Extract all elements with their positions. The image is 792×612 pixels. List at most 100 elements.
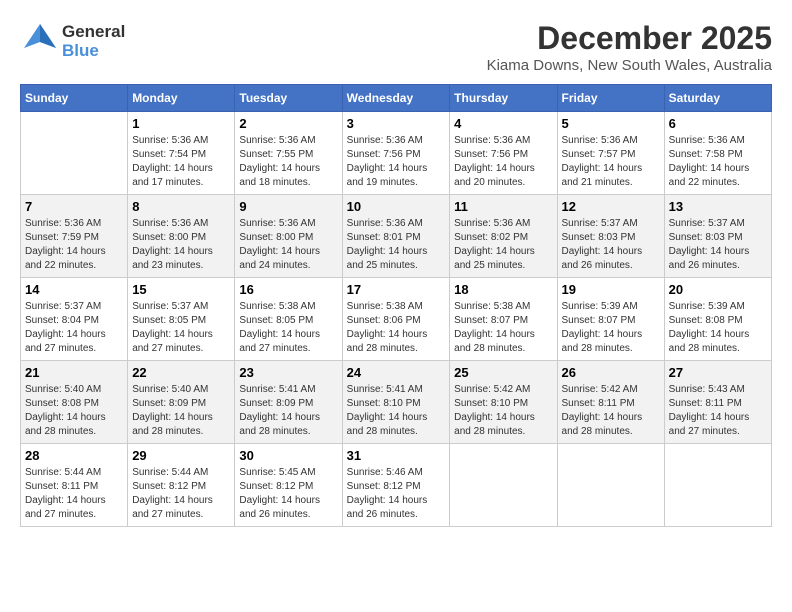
calendar-title: December 2025 — [487, 20, 772, 57]
day-info: Sunrise: 5:42 AM Sunset: 8:11 PM Dayligh… — [562, 383, 660, 439]
day-info: Sunrise: 5:36 AM Sunset: 7:58 PM Dayligh… — [669, 134, 767, 190]
day-info: Sunrise: 5:38 AM Sunset: 8:06 PM Dayligh… — [347, 300, 446, 356]
day-info: Sunrise: 5:41 AM Sunset: 8:09 PM Dayligh… — [239, 383, 337, 439]
calendar-cell: 27 Sunrise: 5:43 AM Sunset: 8:11 PM Dayli… — [664, 361, 771, 444]
day-info: Sunrise: 5:37 AM Sunset: 8:05 PM Dayligh… — [132, 300, 230, 356]
calendar-cell: 3 Sunrise: 5:36 AM Sunset: 7:56 PM Daylig… — [342, 112, 450, 195]
day-info: Sunrise: 5:36 AM Sunset: 7:56 PM Dayligh… — [454, 134, 552, 190]
weekday-header-sunday: Sunday — [21, 85, 128, 112]
calendar-body: 1Sunrise: 5:36 AM Sunset: 7:54 PM Daylig… — [21, 112, 772, 527]
calendar-cell: 23 Sunrise: 5:41 AM Sunset: 8:09 PM Dayli… — [235, 361, 342, 444]
day-number: 15 — [132, 282, 230, 297]
day-number: 20 — [669, 282, 767, 297]
day-info: Sunrise: 5:39 AM Sunset: 8:07 PM Dayligh… — [562, 300, 660, 356]
day-number: 1 — [132, 116, 230, 131]
day-info: Sunrise: 5:37 AM Sunset: 8:03 PM Dayligh… — [669, 217, 767, 273]
day-number: 27 — [669, 365, 767, 380]
calendar-cell: 1Sunrise: 5:36 AM Sunset: 7:54 PM Daylig… — [128, 112, 235, 195]
day-info: Sunrise: 5:36 AM Sunset: 7:57 PM Dayligh… — [562, 134, 660, 190]
day-number: 22 — [132, 365, 230, 380]
day-number: 21 — [25, 365, 123, 380]
day-info: Sunrise: 5:36 AM Sunset: 8:02 PM Dayligh… — [454, 217, 552, 273]
calendar-cell: 28Sunrise: 5:44 AM Sunset: 8:11 PM Dayli… — [21, 444, 128, 527]
day-number: 12 — [562, 199, 660, 214]
logo-general: General — [62, 23, 125, 42]
calendar-cell: 5 Sunrise: 5:36 AM Sunset: 7:57 PM Daylig… — [557, 112, 664, 195]
day-number: 19 — [562, 282, 660, 297]
calendar-cell: 21 Sunrise: 5:40 AM Sunset: 8:08 PM Dayli… — [21, 361, 128, 444]
day-info: Sunrise: 5:46 AM Sunset: 8:12 PM Dayligh… — [347, 466, 446, 522]
day-number: 18 — [454, 282, 552, 297]
weekday-header-row: SundayMondayTuesdayWednesdayThursdayFrid… — [21, 85, 772, 112]
calendar-week-row: 7Sunrise: 5:36 AM Sunset: 7:59 PM Daylig… — [21, 195, 772, 278]
calendar-cell — [664, 444, 771, 527]
day-number: 6 — [669, 116, 767, 131]
day-info: Sunrise: 5:40 AM Sunset: 8:08 PM Dayligh… — [25, 383, 123, 439]
day-info: Sunrise: 5:45 AM Sunset: 8:12 PM Dayligh… — [239, 466, 337, 522]
day-number: 13 — [669, 199, 767, 214]
calendar-week-row: 28Sunrise: 5:44 AM Sunset: 8:11 PM Dayli… — [21, 444, 772, 527]
day-number: 31 — [347, 448, 446, 463]
calendar-week-row: 1Sunrise: 5:36 AM Sunset: 7:54 PM Daylig… — [21, 112, 772, 195]
calendar-cell: 18 Sunrise: 5:38 AM Sunset: 8:07 PM Dayli… — [450, 278, 557, 361]
logo: General Blue — [20, 20, 125, 63]
calendar-cell: 2Sunrise: 5:36 AM Sunset: 7:55 PM Daylig… — [235, 112, 342, 195]
day-number: 8 — [132, 199, 230, 214]
calendar-table: SundayMondayTuesdayWednesdayThursdayFrid… — [20, 84, 772, 527]
calendar-cell — [450, 444, 557, 527]
day-info: Sunrise: 5:37 AM Sunset: 8:03 PM Dayligh… — [562, 217, 660, 273]
day-info: Sunrise: 5:42 AM Sunset: 8:10 PM Dayligh… — [454, 383, 552, 439]
logo-icon — [20, 20, 58, 58]
calendar-cell: 14Sunrise: 5:37 AM Sunset: 8:04 PM Dayli… — [21, 278, 128, 361]
calendar-subtitle: Kiama Downs, New South Wales, Australia — [487, 57, 772, 74]
day-number: 11 — [454, 199, 552, 214]
calendar-cell: 19 Sunrise: 5:39 AM Sunset: 8:07 PM Dayli… — [557, 278, 664, 361]
day-info: Sunrise: 5:36 AM Sunset: 7:55 PM Dayligh… — [239, 134, 337, 190]
calendar-cell: 6 Sunrise: 5:36 AM Sunset: 7:58 PM Daylig… — [664, 112, 771, 195]
day-info: Sunrise: 5:44 AM Sunset: 8:12 PM Dayligh… — [132, 466, 230, 522]
header: General Blue December 2025 Kiama Downs, … — [20, 20, 772, 74]
day-number: 16 — [239, 282, 337, 297]
logo-blue: Blue — [62, 42, 125, 61]
day-info: Sunrise: 5:38 AM Sunset: 8:05 PM Dayligh… — [239, 300, 337, 356]
day-number: 14 — [25, 282, 123, 297]
calendar-cell: 8 Sunrise: 5:36 AM Sunset: 8:00 PM Daylig… — [128, 195, 235, 278]
calendar-cell: 12 Sunrise: 5:37 AM Sunset: 8:03 PM Dayli… — [557, 195, 664, 278]
calendar-cell: 30 Sunrise: 5:45 AM Sunset: 8:12 PM Dayli… — [235, 444, 342, 527]
calendar-cell: 16 Sunrise: 5:38 AM Sunset: 8:05 PM Dayli… — [235, 278, 342, 361]
day-number: 30 — [239, 448, 337, 463]
weekday-header-monday: Monday — [128, 85, 235, 112]
calendar-cell: 4 Sunrise: 5:36 AM Sunset: 7:56 PM Daylig… — [450, 112, 557, 195]
day-info: Sunrise: 5:38 AM Sunset: 8:07 PM Dayligh… — [454, 300, 552, 356]
calendar-cell — [21, 112, 128, 195]
day-number: 24 — [347, 365, 446, 380]
day-number: 3 — [347, 116, 446, 131]
weekday-header-tuesday: Tuesday — [235, 85, 342, 112]
day-info: Sunrise: 5:40 AM Sunset: 8:09 PM Dayligh… — [132, 383, 230, 439]
weekday-header-thursday: Thursday — [450, 85, 557, 112]
day-number: 9 — [239, 199, 337, 214]
calendar-week-row: 21 Sunrise: 5:40 AM Sunset: 8:08 PM Dayli… — [21, 361, 772, 444]
day-number: 5 — [562, 116, 660, 131]
day-info: Sunrise: 5:36 AM Sunset: 8:00 PM Dayligh… — [239, 217, 337, 273]
calendar-cell: 7Sunrise: 5:36 AM Sunset: 7:59 PM Daylig… — [21, 195, 128, 278]
day-info: Sunrise: 5:36 AM Sunset: 7:56 PM Dayligh… — [347, 134, 446, 190]
day-number: 26 — [562, 365, 660, 380]
calendar-header: SundayMondayTuesdayWednesdayThursdayFrid… — [21, 85, 772, 112]
day-info: Sunrise: 5:36 AM Sunset: 8:00 PM Dayligh… — [132, 217, 230, 273]
weekday-header-friday: Friday — [557, 85, 664, 112]
day-info: Sunrise: 5:43 AM Sunset: 8:11 PM Dayligh… — [669, 383, 767, 439]
day-number: 29 — [132, 448, 230, 463]
calendar-cell — [557, 444, 664, 527]
calendar-cell: 24Sunrise: 5:41 AM Sunset: 8:10 PM Dayli… — [342, 361, 450, 444]
day-number: 7 — [25, 199, 123, 214]
calendar-cell: 20Sunrise: 5:39 AM Sunset: 8:08 PM Dayli… — [664, 278, 771, 361]
calendar-cell: 9 Sunrise: 5:36 AM Sunset: 8:00 PM Daylig… — [235, 195, 342, 278]
calendar-cell: 11 Sunrise: 5:36 AM Sunset: 8:02 PM Dayli… — [450, 195, 557, 278]
calendar-cell: 15 Sunrise: 5:37 AM Sunset: 8:05 PM Dayli… — [128, 278, 235, 361]
calendar-week-row: 14Sunrise: 5:37 AM Sunset: 8:04 PM Dayli… — [21, 278, 772, 361]
calendar-cell: 22 Sunrise: 5:40 AM Sunset: 8:09 PM Dayli… — [128, 361, 235, 444]
title-area: December 2025 Kiama Downs, New South Wal… — [487, 20, 772, 74]
day-number: 23 — [239, 365, 337, 380]
day-number: 4 — [454, 116, 552, 131]
